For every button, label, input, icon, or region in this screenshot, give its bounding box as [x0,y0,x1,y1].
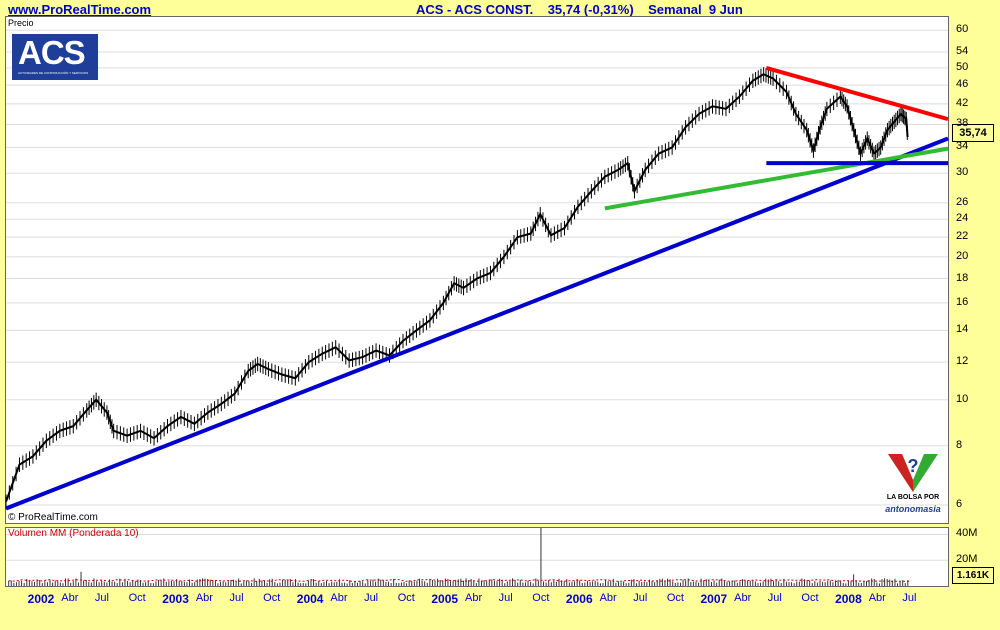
y-tick-label: 18 [956,271,969,284]
x-tick-label: 2004 [296,592,324,606]
badge-line1: LA BOLSA POR [886,494,940,501]
x-tick-label: Oct [397,592,415,604]
badge-icon: ? [888,454,938,492]
x-tick-label: 2002 [27,592,55,606]
bolsa-badge: ? LA BOLSA POR antonomasia [882,450,944,520]
y-tick-label: 38 [956,117,969,130]
volume-y-label: 40M [956,527,978,540]
x-tick-label: Jul [364,592,379,604]
y-tick-label: 16 [956,295,969,308]
x-tick-label: Abr [330,592,348,604]
x-tick-label: Abr [61,592,79,604]
y-tick-label: 20 [956,249,969,262]
y-tick-label: 8 [956,438,963,451]
x-tick-label: Oct [801,592,819,604]
x-tick-label: Oct [532,592,550,604]
x-tick-label: 2005 [431,592,459,606]
last-volume-tag: 1.161K [952,567,994,584]
x-tick-label: Oct [666,592,684,604]
x-tick-label: Oct [263,592,281,604]
x-tick-label: Abr [734,592,752,604]
x-tick-label: Jul [229,592,244,604]
y-tick-label: 10 [956,392,969,405]
x-tick-label: Oct [128,592,146,604]
y-tick-label: 54 [956,45,969,58]
y-tick-label: 34 [956,140,969,153]
svg-text:?: ? [908,456,919,476]
x-tick-label: Jul [498,592,513,604]
x-tick-label: 2003 [162,592,189,606]
x-tick-label: Abr [868,592,886,604]
copyright-text: © ProRealTime.com [8,512,98,523]
logo-text: ACS [18,34,86,71]
x-tick-label: Jul [94,592,109,604]
x-tick-label: Abr [599,592,617,604]
x-tick-label: 2007 [700,592,728,606]
y-tick-label: 50 [956,60,969,73]
acs-logo: ACS ACTIVIDADES DE CONSTRUCCIÓN Y SERVIC… [12,34,98,80]
y-tick-label: 22 [956,230,969,243]
x-tick-label: Abr [195,592,213,604]
logo-subtitle: ACTIVIDADES DE CONSTRUCCIÓN Y SERVICIOS [18,71,89,75]
x-tick-label: Jul [633,592,648,604]
y-tick-label: 6 [956,498,963,511]
volume-moving-average [8,579,911,583]
y-tick-label: 30 [956,166,969,179]
price-chart-svg [5,29,949,586]
x-tick-label: 2008 [835,592,862,606]
x-tick-label: Jul [902,592,917,604]
y-tick-label: 46 [956,78,969,91]
y-tick-label: 42 [956,96,969,109]
x-tick-label: Abr [465,592,483,604]
y-tick-label: 14 [956,323,969,336]
x-tick-label: Jul [767,592,782,604]
badge-line2: antonomasia [885,504,941,514]
volume-panel-label: Volumen MM (Ponderada 10) [8,528,139,539]
y-tick-label: 12 [956,355,969,368]
price-panel-label: Precio [8,18,34,28]
y-tick-label: 26 [956,195,969,208]
trendline [5,136,949,511]
volume-y-label: 20M [956,553,978,566]
y-tick-label: 60 [956,23,969,36]
x-tick-label: 2006 [565,592,593,606]
y-tick-label: 24 [956,212,969,225]
